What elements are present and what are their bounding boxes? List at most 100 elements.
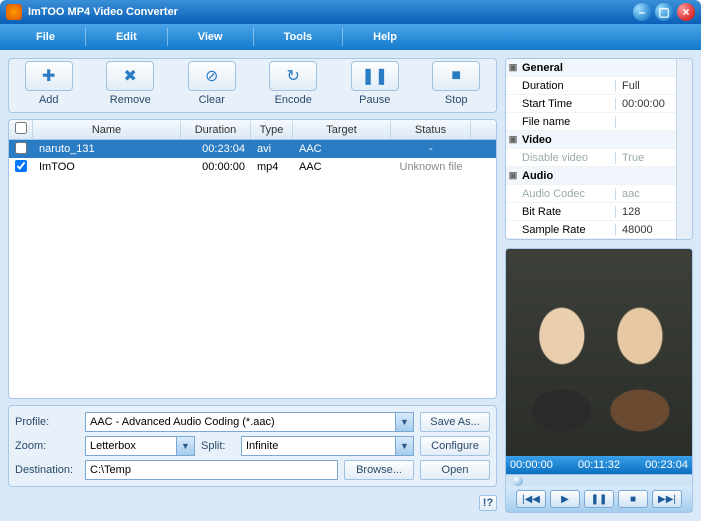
- scrollbar[interactable]: [676, 59, 692, 239]
- browse-button[interactable]: Browse...: [344, 460, 414, 480]
- row-status: -: [391, 141, 471, 157]
- property-row[interactable]: DurationFull: [506, 77, 692, 95]
- col-name[interactable]: Name: [33, 121, 181, 139]
- minimize-button[interactable]: –: [633, 3, 651, 21]
- table-row[interactable]: naruto_13100:23:04aviAAC-: [9, 140, 496, 158]
- menu-tools[interactable]: Tools: [258, 27, 339, 47]
- close-button[interactable]: ×: [677, 3, 695, 21]
- pause-icon: ❚❚: [351, 61, 399, 91]
- time-end: 00:23:04: [645, 459, 688, 471]
- row-name: ImTOO: [33, 159, 181, 175]
- col-duration[interactable]: Duration: [181, 121, 251, 139]
- destination-input[interactable]: C:\Temp: [85, 460, 338, 480]
- remove-button[interactable]: ✖Remove: [95, 61, 167, 106]
- time-bar: 00:00:00 00:11:32 00:23:04: [506, 456, 692, 474]
- properties-panel: ▣GeneralDurationFullStart Time00:00:00 Fi…: [505, 58, 693, 240]
- pause-button[interactable]: ❚❚Pause: [339, 61, 411, 106]
- menu-view[interactable]: View: [172, 27, 249, 47]
- row-checkbox[interactable]: [15, 142, 27, 154]
- row-type: avi: [251, 141, 293, 157]
- chevron-down-icon: ▼: [176, 437, 194, 455]
- property-row[interactable]: File name: [506, 113, 692, 131]
- preview-panel: 00:00:00 00:11:32 00:23:04 |◀◀ ▶ ❚❚ ■ ▶▶…: [505, 248, 693, 513]
- plus-icon: ✚: [25, 61, 73, 91]
- encode-button[interactable]: ↻Encode: [258, 61, 330, 106]
- add-button[interactable]: ✚Add: [13, 61, 85, 106]
- menu-file[interactable]: File: [10, 27, 81, 47]
- clear-icon: ⊘: [188, 61, 236, 91]
- property-row[interactable]: Channels2 (Stereo): [506, 239, 692, 240]
- property-name: Audio Codec: [520, 188, 616, 200]
- play-button[interactable]: ▶: [550, 490, 580, 508]
- encode-icon: ↻: [269, 61, 317, 91]
- property-group[interactable]: ▣Video: [506, 131, 692, 149]
- stop-button[interactable]: ■Stop: [421, 61, 493, 106]
- pause-playback-button[interactable]: ❚❚: [584, 490, 614, 508]
- split-label: Split:: [201, 440, 235, 452]
- help-button[interactable]: !?: [479, 495, 497, 511]
- titlebar: ImTOO MP4 Video Converter – ▢ ×: [0, 0, 701, 24]
- clear-button[interactable]: ⊘Clear: [176, 61, 248, 106]
- profile-label: Profile:: [15, 416, 79, 428]
- app-title: ImTOO MP4 Video Converter: [28, 6, 629, 18]
- collapse-icon: ▣: [506, 170, 520, 181]
- toolbar: ✚Add ✖Remove ⊘Clear ↻Encode ❚❚Pause ■Sto…: [8, 58, 497, 113]
- time-start: 00:00:00: [510, 459, 553, 471]
- file-list: Name Duration Type Target Status naruto_…: [8, 119, 497, 399]
- seek-slider[interactable]: [506, 474, 692, 486]
- property-name: File name: [520, 116, 616, 128]
- row-target: AAC: [293, 159, 391, 175]
- property-row[interactable]: Audio Codecaac: [506, 185, 692, 203]
- settings-panel: Profile: AAC - Advanced Audio Coding (*.…: [8, 405, 497, 487]
- stop-icon: ■: [432, 61, 480, 91]
- property-row[interactable]: Disable videoTrue: [506, 149, 692, 167]
- chevron-down-icon: ▼: [395, 437, 413, 455]
- preview-image: [506, 249, 692, 456]
- property-name: Disable video: [520, 152, 616, 164]
- prev-button[interactable]: |◀◀: [516, 490, 546, 508]
- collapse-icon: ▣: [506, 62, 520, 73]
- row-name: naruto_131: [33, 141, 181, 157]
- playback-controls: |◀◀ ▶ ❚❚ ■ ▶▶|: [506, 486, 692, 512]
- list-header: Name Duration Type Target Status: [9, 120, 496, 140]
- property-name: Bit Rate: [520, 206, 616, 218]
- row-type: mp4: [251, 159, 293, 175]
- open-button[interactable]: Open: [420, 460, 490, 480]
- col-type[interactable]: Type: [251, 121, 293, 139]
- row-target: AAC: [293, 141, 391, 157]
- row-duration: 00:23:04: [181, 141, 251, 157]
- next-button[interactable]: ▶▶|: [652, 490, 682, 508]
- menu-edit[interactable]: Edit: [90, 27, 163, 47]
- select-all-checkbox[interactable]: [15, 122, 27, 134]
- property-name: Start Time: [520, 98, 616, 110]
- x-icon: ✖: [106, 61, 154, 91]
- table-row[interactable]: ImTOO00:00:00mp4AACUnknown file: [9, 158, 496, 176]
- property-row[interactable]: Bit Rate128: [506, 203, 692, 221]
- maximize-button[interactable]: ▢: [655, 3, 673, 21]
- property-name: Duration: [520, 80, 616, 92]
- destination-label: Destination:: [15, 464, 79, 476]
- slider-thumb[interactable]: [513, 476, 523, 486]
- property-row[interactable]: Start Time00:00:00: [506, 95, 692, 113]
- menubar: File Edit View Tools Help: [0, 24, 701, 50]
- col-status[interactable]: Status: [391, 121, 471, 139]
- row-checkbox[interactable]: [15, 160, 27, 172]
- configure-button[interactable]: Configure: [420, 436, 490, 456]
- property-row[interactable]: Sample Rate48000: [506, 221, 692, 239]
- property-group[interactable]: ▣Audio: [506, 167, 692, 185]
- row-duration: 00:00:00: [181, 159, 251, 175]
- split-combo[interactable]: Infinite▼: [241, 436, 414, 456]
- zoom-combo[interactable]: Letterbox▼: [85, 436, 195, 456]
- col-target[interactable]: Target: [293, 121, 391, 139]
- save-as-button[interactable]: Save As...: [420, 412, 490, 432]
- stop-playback-button[interactable]: ■: [618, 490, 648, 508]
- zoom-label: Zoom:: [15, 440, 79, 452]
- app-icon: [6, 4, 22, 20]
- menu-help[interactable]: Help: [347, 27, 423, 47]
- chevron-down-icon: ▼: [395, 413, 413, 431]
- property-name: Sample Rate: [520, 224, 616, 236]
- time-current: 00:11:32: [578, 459, 620, 471]
- property-group[interactable]: ▣General: [506, 59, 692, 77]
- profile-combo[interactable]: AAC - Advanced Audio Coding (*.aac)▼: [85, 412, 414, 432]
- row-status: Unknown file: [391, 159, 471, 175]
